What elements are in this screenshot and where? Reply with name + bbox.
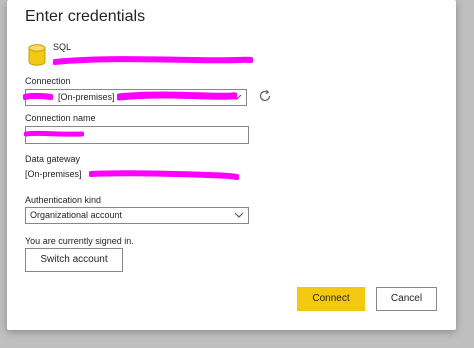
cancel-button[interactable]: Cancel (376, 287, 437, 311)
data-gateway-value: [On-premises] (25, 169, 82, 179)
source-type-label: SQL (53, 42, 72, 52)
authentication-kind-value: Organizational account (30, 210, 123, 220)
connection-value: [On-premises] (58, 92, 115, 102)
connection-label: Connection (25, 76, 71, 86)
connection-name-label: Connection name (25, 113, 96, 123)
data-gateway-label: Data gateway (25, 154, 81, 164)
connect-button[interactable]: Connect (297, 287, 365, 311)
refresh-icon[interactable] (258, 89, 272, 103)
switch-account-button[interactable]: Switch account (25, 248, 123, 272)
signin-status-text: You are currently signed in. (25, 236, 134, 246)
redaction-mark (89, 170, 239, 180)
authentication-kind-select[interactable]: Organizational account (25, 207, 249, 224)
chevron-down-icon (234, 212, 244, 218)
credentials-dialog: Enter credentials SQL Connection [On-pre… (7, 0, 456, 330)
redaction-mark (53, 56, 253, 65)
authentication-kind-label: Authentication kind (25, 195, 102, 205)
chevron-down-icon (232, 94, 242, 100)
database-icon (28, 44, 46, 66)
connection-select[interactable]: [On-premises] (25, 89, 247, 106)
dialog-title: Enter credentials (25, 8, 146, 25)
connection-name-input[interactable] (25, 126, 249, 144)
